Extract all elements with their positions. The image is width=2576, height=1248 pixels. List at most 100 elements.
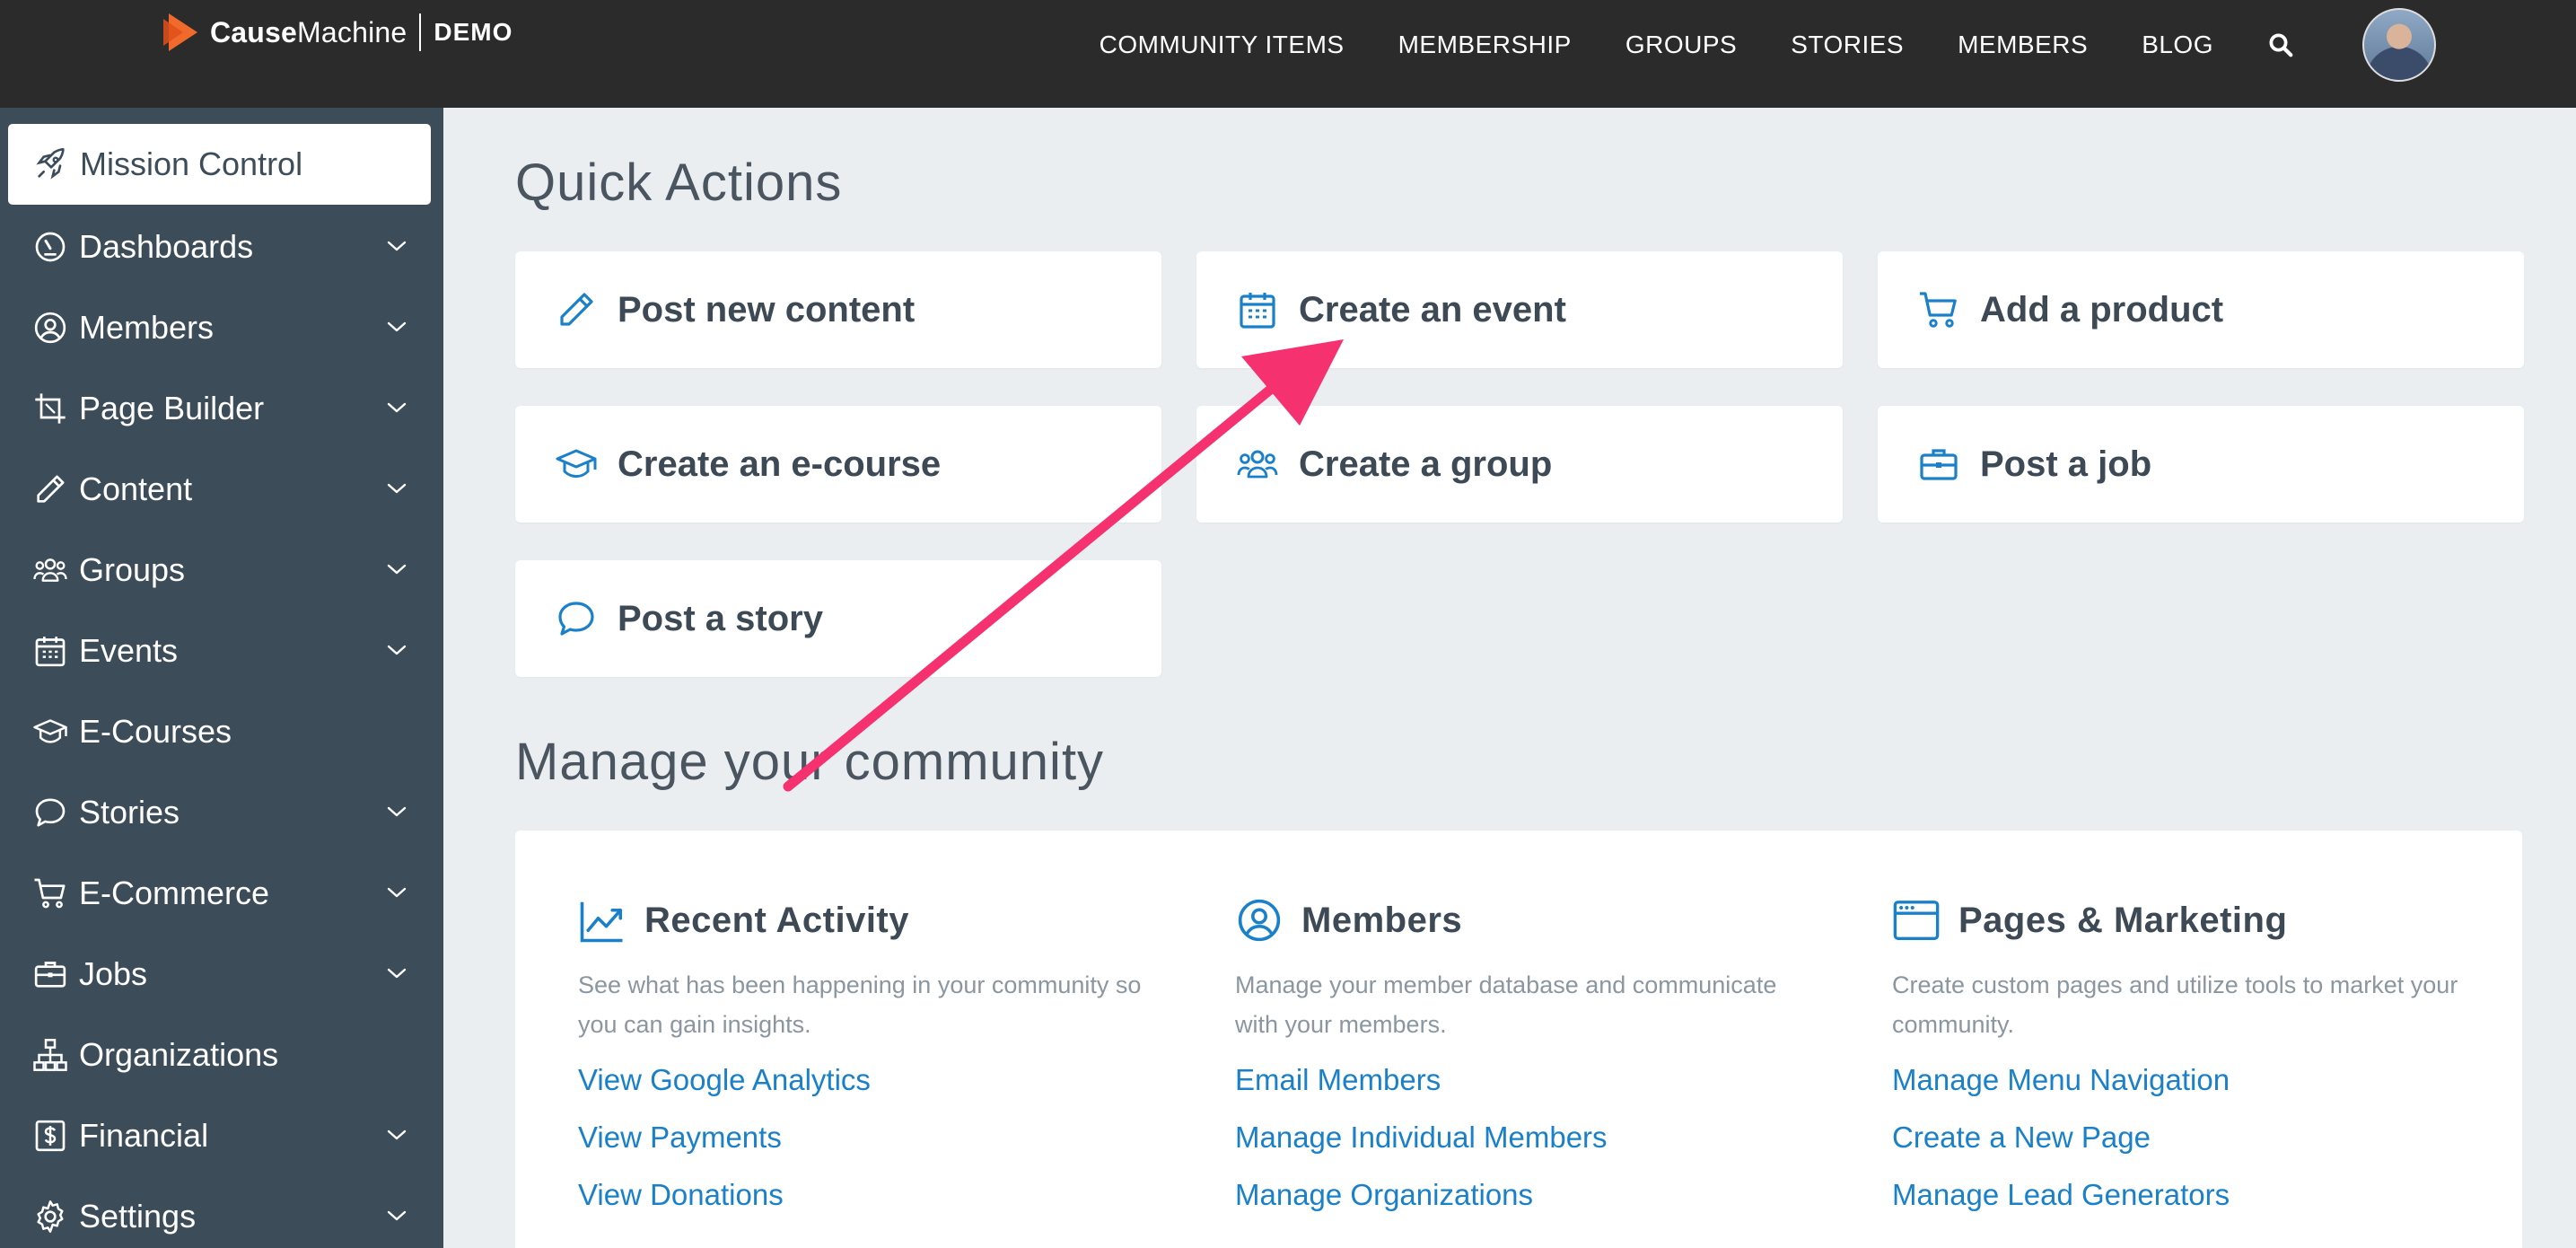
browser-window-icon [1892, 896, 1941, 945]
sidebar-item-label: E-Commerce [79, 874, 270, 911]
cart-icon [32, 875, 68, 911]
sidebar-item-jobs[interactable]: Jobs [0, 934, 443, 1015]
view-donations-link[interactable]: View Donations [578, 1175, 1152, 1215]
sidebar-item-label: Financial [79, 1117, 209, 1154]
manage-lead-generators-link[interactable]: Manage Lead Generators [1892, 1175, 2466, 1215]
column-description: See what has been happening in your comm… [578, 971, 1142, 1038]
recent-activity-column: Recent Activity See what has been happen… [578, 893, 1152, 1215]
create-new-page-link[interactable]: Create a New Page [1892, 1118, 2466, 1157]
users-icon [1236, 443, 1279, 486]
chevron-down-icon [386, 479, 407, 497]
sidebar-item-label: Content [79, 470, 193, 507]
chevron-down-icon [386, 883, 407, 901]
manage-menu-navigation-link[interactable]: Manage Menu Navigation [1892, 1060, 2466, 1100]
sidebar-item-stories[interactable]: Stories [0, 772, 443, 853]
sidebar-item-events[interactable]: Events [0, 611, 443, 691]
column-title: Recent Activity [644, 900, 909, 940]
chevron-down-icon [386, 318, 407, 336]
quick-action-label: Create an event [1299, 289, 1566, 330]
manage-community-panel: Recent Activity See what has been happen… [515, 831, 2522, 1248]
calendar-icon [32, 633, 68, 669]
add-product-button[interactable]: Add a product [1878, 251, 2524, 368]
user-avatar[interactable] [2362, 8, 2436, 82]
chevron-down-icon [386, 803, 407, 821]
briefcase-icon [32, 956, 68, 992]
nav-members[interactable]: MEMBERS [1958, 31, 2088, 59]
view-payments-link[interactable]: View Payments [578, 1118, 1152, 1157]
column-title: Pages & Marketing [1958, 900, 2288, 940]
nav-stories[interactable]: STORIES [1791, 31, 1904, 59]
sidebar-item-members[interactable]: Members [0, 287, 443, 368]
crop-icon [32, 391, 68, 426]
quick-action-label: Create a group [1299, 444, 1553, 484]
cart-icon [1917, 288, 1960, 331]
sidebar-item-label: Settings [79, 1198, 197, 1235]
create-event-button[interactable]: Create an event [1196, 251, 1843, 368]
chevron-down-icon [386, 1126, 407, 1144]
brand-logo[interactable]: CauseMachine DEMO [162, 7, 513, 57]
sidebar-item-e-commerce[interactable]: E-Commerce [0, 853, 443, 934]
sidebar-item-label: Mission Control [80, 145, 303, 182]
dollar-icon [32, 1118, 68, 1154]
manage-organizations-link[interactable]: Manage Organizations [1235, 1175, 1809, 1215]
users-icon [32, 552, 68, 588]
top-nav-links: COMMUNITY ITEMS MEMBERSHIP GROUPS STORIE… [1100, 0, 2576, 90]
create-e-course-button[interactable]: Create an e-course [515, 406, 1161, 523]
sidebar: Mission Control Dashboards Members Page … [0, 108, 443, 1248]
nav-blog[interactable]: BLOG [2142, 31, 2213, 59]
gear-icon [32, 1199, 68, 1235]
brand-divider [419, 13, 422, 51]
post-story-button[interactable]: Post a story [515, 560, 1161, 677]
chevron-down-icon [386, 964, 407, 982]
quick-action-label: Create an e-course [618, 444, 942, 484]
play-logo-icon [163, 13, 197, 51]
sidebar-item-dashboards[interactable]: Dashboards [0, 207, 443, 287]
nav-membership[interactable]: MEMBERSHIP [1398, 31, 1572, 59]
sidebar-item-groups[interactable]: Groups [0, 530, 443, 611]
sidebar-item-e-courses[interactable]: E-Courses [0, 691, 443, 772]
column-title: Members [1301, 900, 1463, 940]
sidebar-item-content[interactable]: Content [0, 449, 443, 530]
sidebar-item-label: Organizations [79, 1036, 279, 1073]
gauge-icon [32, 229, 68, 265]
sidebar-item-page-builder[interactable]: Page Builder [0, 368, 443, 449]
sidebar-item-label: E-Courses [79, 713, 232, 750]
quick-action-label: Post new content [618, 289, 916, 330]
user-circle-icon [32, 310, 68, 346]
manage-individual-members-link[interactable]: Manage Individual Members [1235, 1118, 1809, 1157]
quick-actions-title: Quick Actions [515, 154, 843, 212]
sidebar-item-label: Dashboards [79, 228, 254, 265]
nav-community-items[interactable]: COMMUNITY ITEMS [1100, 31, 1345, 59]
chevron-down-icon [386, 560, 407, 578]
rocket-icon [33, 146, 69, 182]
sidebar-item-financial[interactable]: Financial [0, 1095, 443, 1176]
post-new-content-button[interactable]: Post new content [515, 251, 1161, 368]
sidebar-item-mission-control[interactable]: Mission Control [8, 124, 431, 205]
brand-demo-label: DEMO [434, 18, 513, 46]
chart-line-icon [578, 896, 626, 945]
calendar-icon [1236, 288, 1279, 331]
pages-marketing-column: Pages & Marketing Create custom pages an… [1892, 893, 2466, 1215]
graduation-cap-icon [555, 443, 598, 486]
quick-action-label: Post a story [618, 598, 823, 638]
search-icon[interactable] [2267, 31, 2294, 58]
sidebar-item-settings[interactable]: Settings [0, 1176, 443, 1248]
sidebar-item-label: Stories [79, 794, 180, 831]
briefcase-icon [1917, 443, 1960, 486]
email-members-link[interactable]: Email Members [1235, 1060, 1809, 1100]
post-job-button[interactable]: Post a job [1878, 406, 2524, 523]
column-description: Create custom pages and utilize tools to… [1892, 971, 2458, 1038]
chevron-down-icon [386, 399, 407, 417]
sidebar-item-label: Members [79, 309, 215, 346]
view-google-analytics-link[interactable]: View Google Analytics [578, 1060, 1152, 1100]
quick-action-label: Add a product [1980, 289, 2224, 330]
create-group-button[interactable]: Create a group [1196, 406, 1843, 523]
nav-groups[interactable]: GROUPS [1625, 31, 1737, 59]
speech-bubble-icon [555, 597, 598, 640]
sidebar-item-organizations[interactable]: Organizations [0, 1015, 443, 1095]
pencil-icon [32, 471, 68, 507]
user-circle-icon [1235, 896, 1284, 945]
speech-bubble-icon [32, 795, 68, 831]
column-description: Manage your member database and communic… [1235, 971, 1777, 1038]
pencil-icon [555, 288, 598, 331]
